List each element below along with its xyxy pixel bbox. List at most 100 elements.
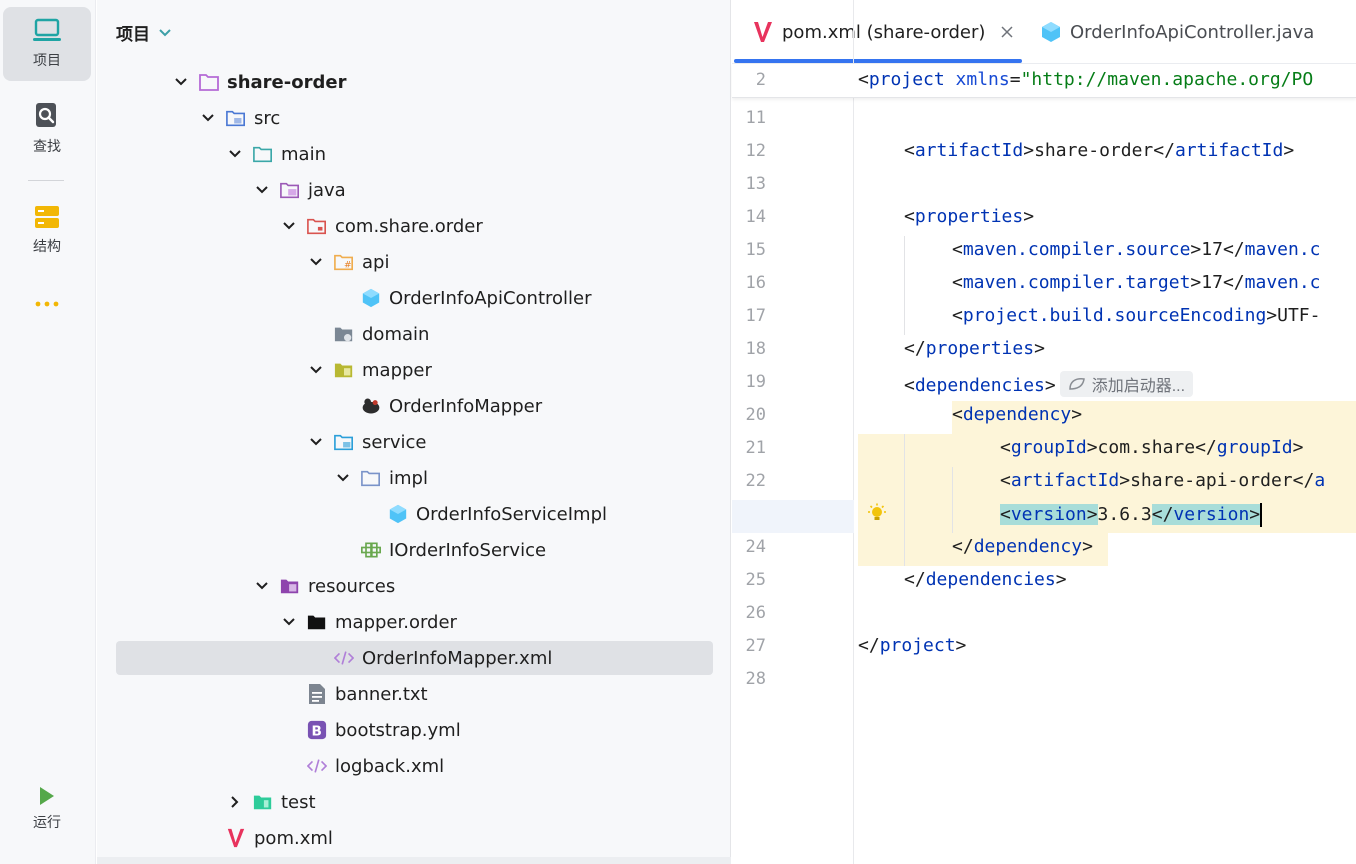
tree-row[interactable]: src — [97, 100, 717, 136]
xml-icon — [334, 648, 354, 668]
line-number: 16 — [745, 273, 766, 293]
code-line[interactable]: <dependency> — [952, 404, 1082, 425]
tree-item-label: main — [281, 143, 326, 165]
caret-spacer — [335, 290, 351, 306]
indent-guide — [952, 467, 953, 533]
tree-item-label: OrderInfoApiController — [389, 287, 592, 309]
code-line[interactable]: <artifactId>share-api-order</a — [1000, 470, 1325, 491]
line-number: 22 — [745, 471, 766, 491]
code-line[interactable]: <groupId>com.share</groupId> — [1000, 437, 1303, 458]
tree-item-label: pom.xml — [254, 827, 333, 849]
tree-row[interactable]: # api — [97, 244, 717, 280]
black-folder-icon — [307, 612, 327, 632]
tree-row[interactable]: pom.xml — [97, 820, 717, 856]
chevron-down-icon[interactable] — [254, 182, 270, 198]
tree-row[interactable]: OrderInfoApiController — [97, 280, 717, 316]
tree-item-label: OrderInfoServiceImpl — [416, 503, 608, 525]
tab-order-info-api-controller-label: OrderInfoApiController.java — [1070, 21, 1315, 43]
tree-item-label: IOrderInfoService — [389, 539, 547, 561]
more-dots-icon — [35, 301, 59, 307]
activity-find-button[interactable]: 查找 — [3, 92, 91, 166]
editor: pom.xml (share-order) OrderInfoApiContro… — [732, 0, 1356, 864]
activity-structure-label: 结构 — [33, 239, 61, 255]
tree-row[interactable]: domain — [97, 316, 717, 352]
lightbulb-icon[interactable] — [866, 503, 888, 529]
line-number: 27 — [745, 636, 766, 656]
tree-row[interactable]: test — [97, 784, 717, 820]
line-number: 17 — [745, 306, 766, 326]
code-line[interactable]: <dependencies> 添加启动器... — [904, 371, 1194, 397]
chevron-down-icon[interactable] — [200, 110, 216, 126]
chevron-down-icon[interactable] — [281, 614, 297, 630]
project-panel-header: 项目 — [97, 0, 731, 64]
tree-row[interactable]: OrderInfoMapper.xml — [97, 640, 717, 676]
tree-row[interactable]: resources — [97, 568, 717, 604]
tree-row[interactable]: main — [97, 136, 717, 172]
code-line[interactable]: </dependency> — [952, 536, 1093, 557]
class-icon — [1042, 22, 1060, 42]
chevron-down-icon[interactable] — [227, 146, 243, 162]
project-panel-title[interactable]: 项目 — [116, 20, 150, 45]
activity-structure-button[interactable]: 结构 — [3, 193, 91, 267]
tree-item-label: OrderInfoMapper — [389, 395, 543, 417]
close-icon[interactable] — [1001, 26, 1013, 38]
tree-row[interactable]: impl — [97, 460, 717, 496]
tree-row[interactable]: mapper.order — [97, 604, 717, 640]
caret-spacer — [308, 326, 324, 342]
tree-row[interactable]: logback.xml — [97, 748, 717, 784]
activity-run-button[interactable]: 运行 — [3, 772, 91, 846]
tree-item-label: test — [281, 791, 316, 813]
code-line[interactable]: <maven.compiler.target>17</maven.c — [952, 272, 1321, 293]
sticky-attr: xmlns — [955, 69, 1010, 90]
sticky-header-line[interactable]: 2 <project xmlns="http://maven.apache.or… — [732, 64, 1356, 98]
tree-item-label: share-order — [227, 71, 347, 93]
tree-row[interactable]: IOrderInfoService — [97, 532, 717, 568]
activity-project-button[interactable]: 项目 — [3, 7, 91, 81]
tree-row[interactable]: java — [97, 172, 717, 208]
svg-text:B: B — [312, 723, 322, 739]
chevron-down-icon[interactable] — [173, 74, 189, 90]
code-line[interactable]: <project.build.sourceEncoding>UTF- — [952, 305, 1320, 326]
chevron-down-icon[interactable] — [158, 28, 172, 38]
caret-spacer — [281, 722, 297, 738]
line-number: 20 — [745, 405, 766, 425]
chevron-down-icon[interactable] — [335, 470, 351, 486]
tree-row[interactable]: OrderInfoServiceImpl — [97, 496, 717, 532]
line-number: 11 — [745, 108, 766, 128]
line-number-gutter: 111213141516171819202122232425262728 — [732, 0, 854, 864]
tree-row[interactable]: share-order — [97, 64, 717, 100]
tree-row[interactable]: banner.txt — [97, 676, 717, 712]
tree-row[interactable]: OrderInfoMapper — [97, 388, 717, 424]
sticky-line-number: 2 — [755, 70, 766, 90]
tree-row[interactable]: mapper — [97, 352, 717, 388]
tree-row[interactable]: Bbootstrap.yml — [97, 712, 717, 748]
maven-icon — [226, 828, 246, 848]
code-line[interactable]: </dependencies> — [904, 569, 1067, 590]
add-starter-hint[interactable]: 添加启动器... — [1059, 371, 1194, 397]
line-number: 12 — [745, 141, 766, 161]
code-line[interactable]: <maven.compiler.source>17</maven.c — [952, 239, 1321, 260]
chevron-right-icon[interactable] — [227, 794, 243, 810]
chevron-down-icon[interactable] — [254, 578, 270, 594]
tree-row[interactable]: com.share.order — [97, 208, 717, 244]
structure-icon — [35, 206, 59, 228]
tree-row[interactable]: service — [97, 424, 717, 460]
activity-more-button[interactable] — [3, 268, 91, 340]
indent-guide — [904, 434, 905, 566]
laptop-icon — [33, 18, 61, 41]
code-line[interactable]: <properties> — [904, 206, 1034, 227]
horizontal-scrollbar[interactable] — [97, 857, 731, 864]
chevron-down-icon[interactable] — [281, 218, 297, 234]
chevron-down-icon[interactable] — [308, 362, 324, 378]
tree-item-label: src — [254, 107, 281, 129]
chevron-down-icon[interactable] — [308, 254, 324, 270]
tab-order-info-api-controller[interactable]: OrderInfoApiController.java — [1040, 0, 1314, 64]
code-line[interactable]: <version>3.6.3</version> — [1000, 503, 1263, 527]
sticky-tag: project — [868, 69, 945, 90]
source-folder-icon — [226, 108, 246, 128]
chevron-down-icon[interactable] — [308, 434, 324, 450]
code-line[interactable]: <artifactId>share-order</artifactId> — [904, 140, 1294, 161]
search-doc-icon — [36, 103, 56, 127]
code-line[interactable]: </project> — [858, 635, 966, 656]
code-line[interactable]: </properties> — [904, 338, 1045, 359]
